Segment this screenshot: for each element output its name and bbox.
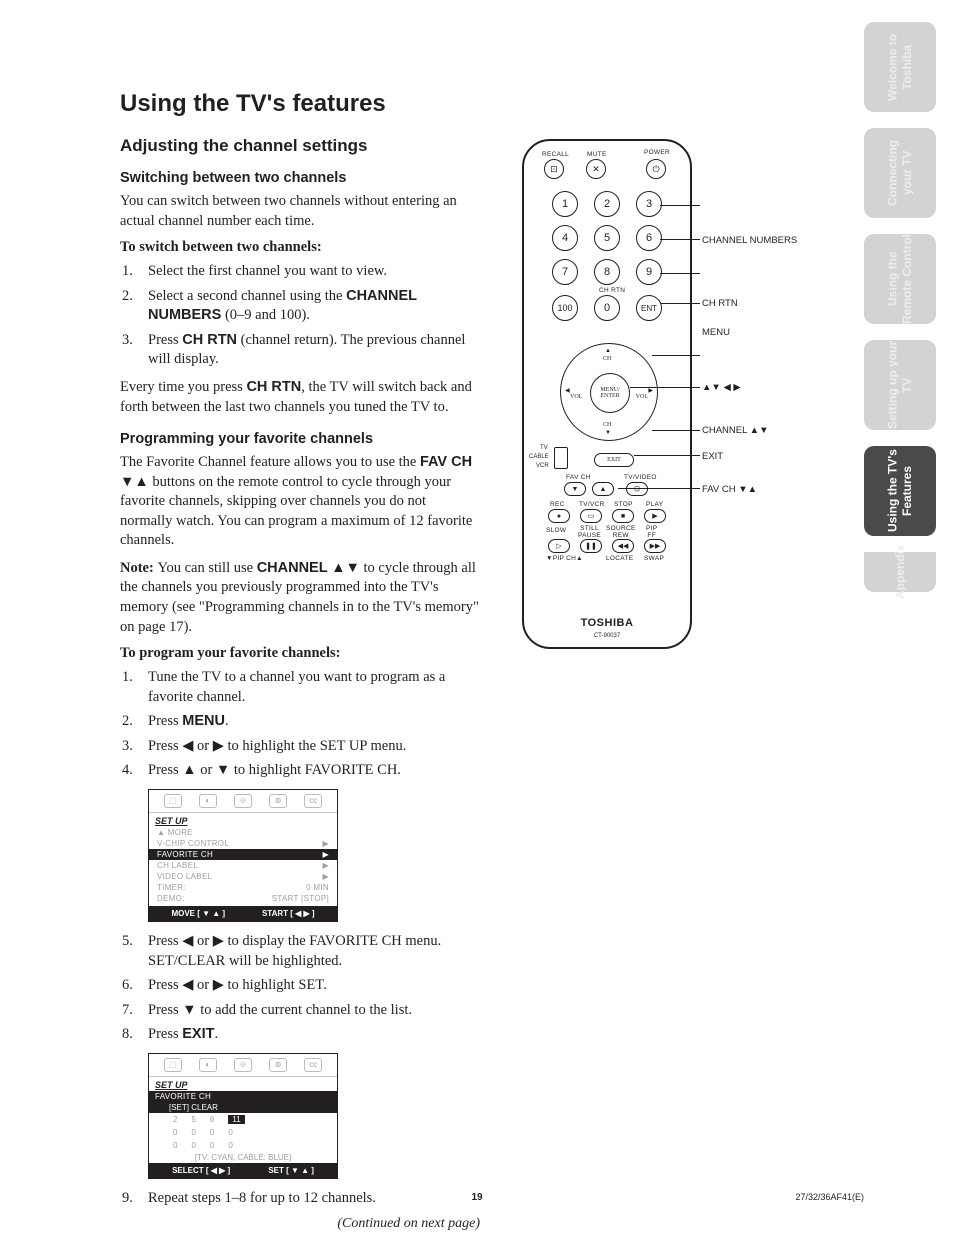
menu-enter-button: MENU/ ENTER [590,373,630,413]
tab-remote[interactable]: Using the Remote Control [864,234,936,324]
slow-button: ▷ [548,539,570,553]
step: 1.Tune the TV to a channel you want to p… [138,668,480,707]
procedure-heading: To switch between two channels: [120,239,480,256]
num-6: 6 [636,225,662,251]
stop-button: ■ [612,509,634,523]
step: 6.Press ◀ or ▶ to highlight SET. [138,976,480,996]
remote-diagram: RECALL MUTE POWER ⊡ ✕ ⏻ 1 2 3 4 5 6 7 8 … [510,135,775,655]
page-footer: 19 27/32/36AF41(E) [0,1192,954,1203]
doc-id: 27/32/36AF41(E) [795,1192,864,1202]
section-heading: Adjusting the channel settings [120,136,480,156]
mode-switch [554,447,568,469]
callout: EXIT [702,451,723,462]
step: 8.Press EXIT. [138,1025,480,1045]
dpad: ▲ CH ◀ VOL ▶ VOL CH ▼ MENU/ ENTER [560,343,658,441]
subsection-heading: Programming your favorite channels [120,431,480,447]
tab-setup[interactable]: Setting up your TV [864,340,936,430]
page-title: Using the TV's features [120,90,480,118]
paragraph: Every time you press CH RTN, the TV will… [120,378,480,417]
step: 7.Press ▼ to add the current channel to … [138,1001,480,1021]
callout: FAV CH ▼▲ [702,484,757,495]
num-100: 100 [552,295,578,321]
paragraph: You can switch between two channels with… [120,192,480,231]
continued-note: (Continued on next page) [120,1216,480,1232]
tvvcr-button: ▭ [580,509,602,523]
num-5: 5 [594,225,620,251]
callout: MENU [702,327,730,338]
osd-screenshot-favorite: ⬚◐⟐⊚cc SET UP FAVORITE CH [SET] CLEAR 25… [148,1053,338,1179]
num-3: 3 [636,191,662,217]
rec-button: ● [548,509,570,523]
tab-features[interactable]: Using the TV's Features [864,446,936,536]
tab-appendix[interactable]: Appendix [864,552,936,592]
mute-button: ✕ [586,159,606,179]
power-button: ⏻ [646,159,666,179]
num-0: 0 [594,295,620,321]
step: 1.Select the first channel you want to v… [138,262,480,282]
step-list: 1.Tune the TV to a channel you want to p… [120,668,480,781]
tab-welcome[interactable]: Welcome to Toshiba [864,22,936,112]
step: 3.Press CH RTN (channel return). The pre… [138,331,480,370]
step: 2.Press MENU. [138,712,480,732]
callout: CHANNEL NUMBERS [702,235,797,246]
play-button: ▶ [644,509,666,523]
num-8: 8 [594,259,620,285]
step: 5.Press ◀ or ▶ to display the FAVORITE C… [138,932,480,971]
main-content: Using the TV's features Adjusting the ch… [120,90,480,1145]
exit-button: EXIT [594,453,634,467]
tab-connecting[interactable]: Connecting your TV [864,128,936,218]
callout: CHANNEL ▲▼ [702,425,769,436]
num-7: 7 [552,259,578,285]
brand-label: TOSHIBA [524,617,690,629]
rew-button: ◀◀ [612,539,634,553]
pause-button: ❚❚ [580,539,602,553]
num-4: 4 [552,225,578,251]
num-1: 1 [552,191,578,217]
favch-up: ▲ [592,482,614,496]
model-label: CT-90037 [524,633,690,639]
callout: CH RTN [702,298,738,309]
recall-button: ⊡ [544,159,564,179]
callout: ▲▼ ◀ ▶ [702,382,741,393]
step-list: 5.Press ◀ or ▶ to display the FAVORITE C… [120,932,480,1045]
step: 4.Press ▲ or ▼ to highlight FAVORITE CH. [138,761,480,781]
page-number: 19 [471,1192,482,1203]
subsection-heading: Switching between two channels [120,170,480,186]
step-list: 1.Select the first channel you want to v… [120,262,480,370]
procedure-heading: To program your favorite channels: [120,645,480,662]
favch-down: ▼ [564,482,586,496]
tvvideo-button: ⊡ [626,482,648,496]
step: 2.Select a second channel using the CHAN… [138,287,480,326]
paragraph: The Favorite Channel feature allows you … [120,453,480,551]
num-2: 2 [594,191,620,217]
osd-screenshot-setup: ⬚◐⟐⊚cc SET UP ▲ MORE V-CHIP CONTROL▶ FAV… [148,789,338,922]
side-tabs: Welcome to Toshiba Connecting your TV Us… [864,22,936,592]
ent-button: ENT [636,295,662,321]
num-9: 9 [636,259,662,285]
note: Note: You can still use CHANNEL ▲▼ to cy… [120,559,480,637]
step: 3.Press ◀ or ▶ to highlight the SET UP m… [138,737,480,757]
ff-button: ▶▶ [644,539,666,553]
